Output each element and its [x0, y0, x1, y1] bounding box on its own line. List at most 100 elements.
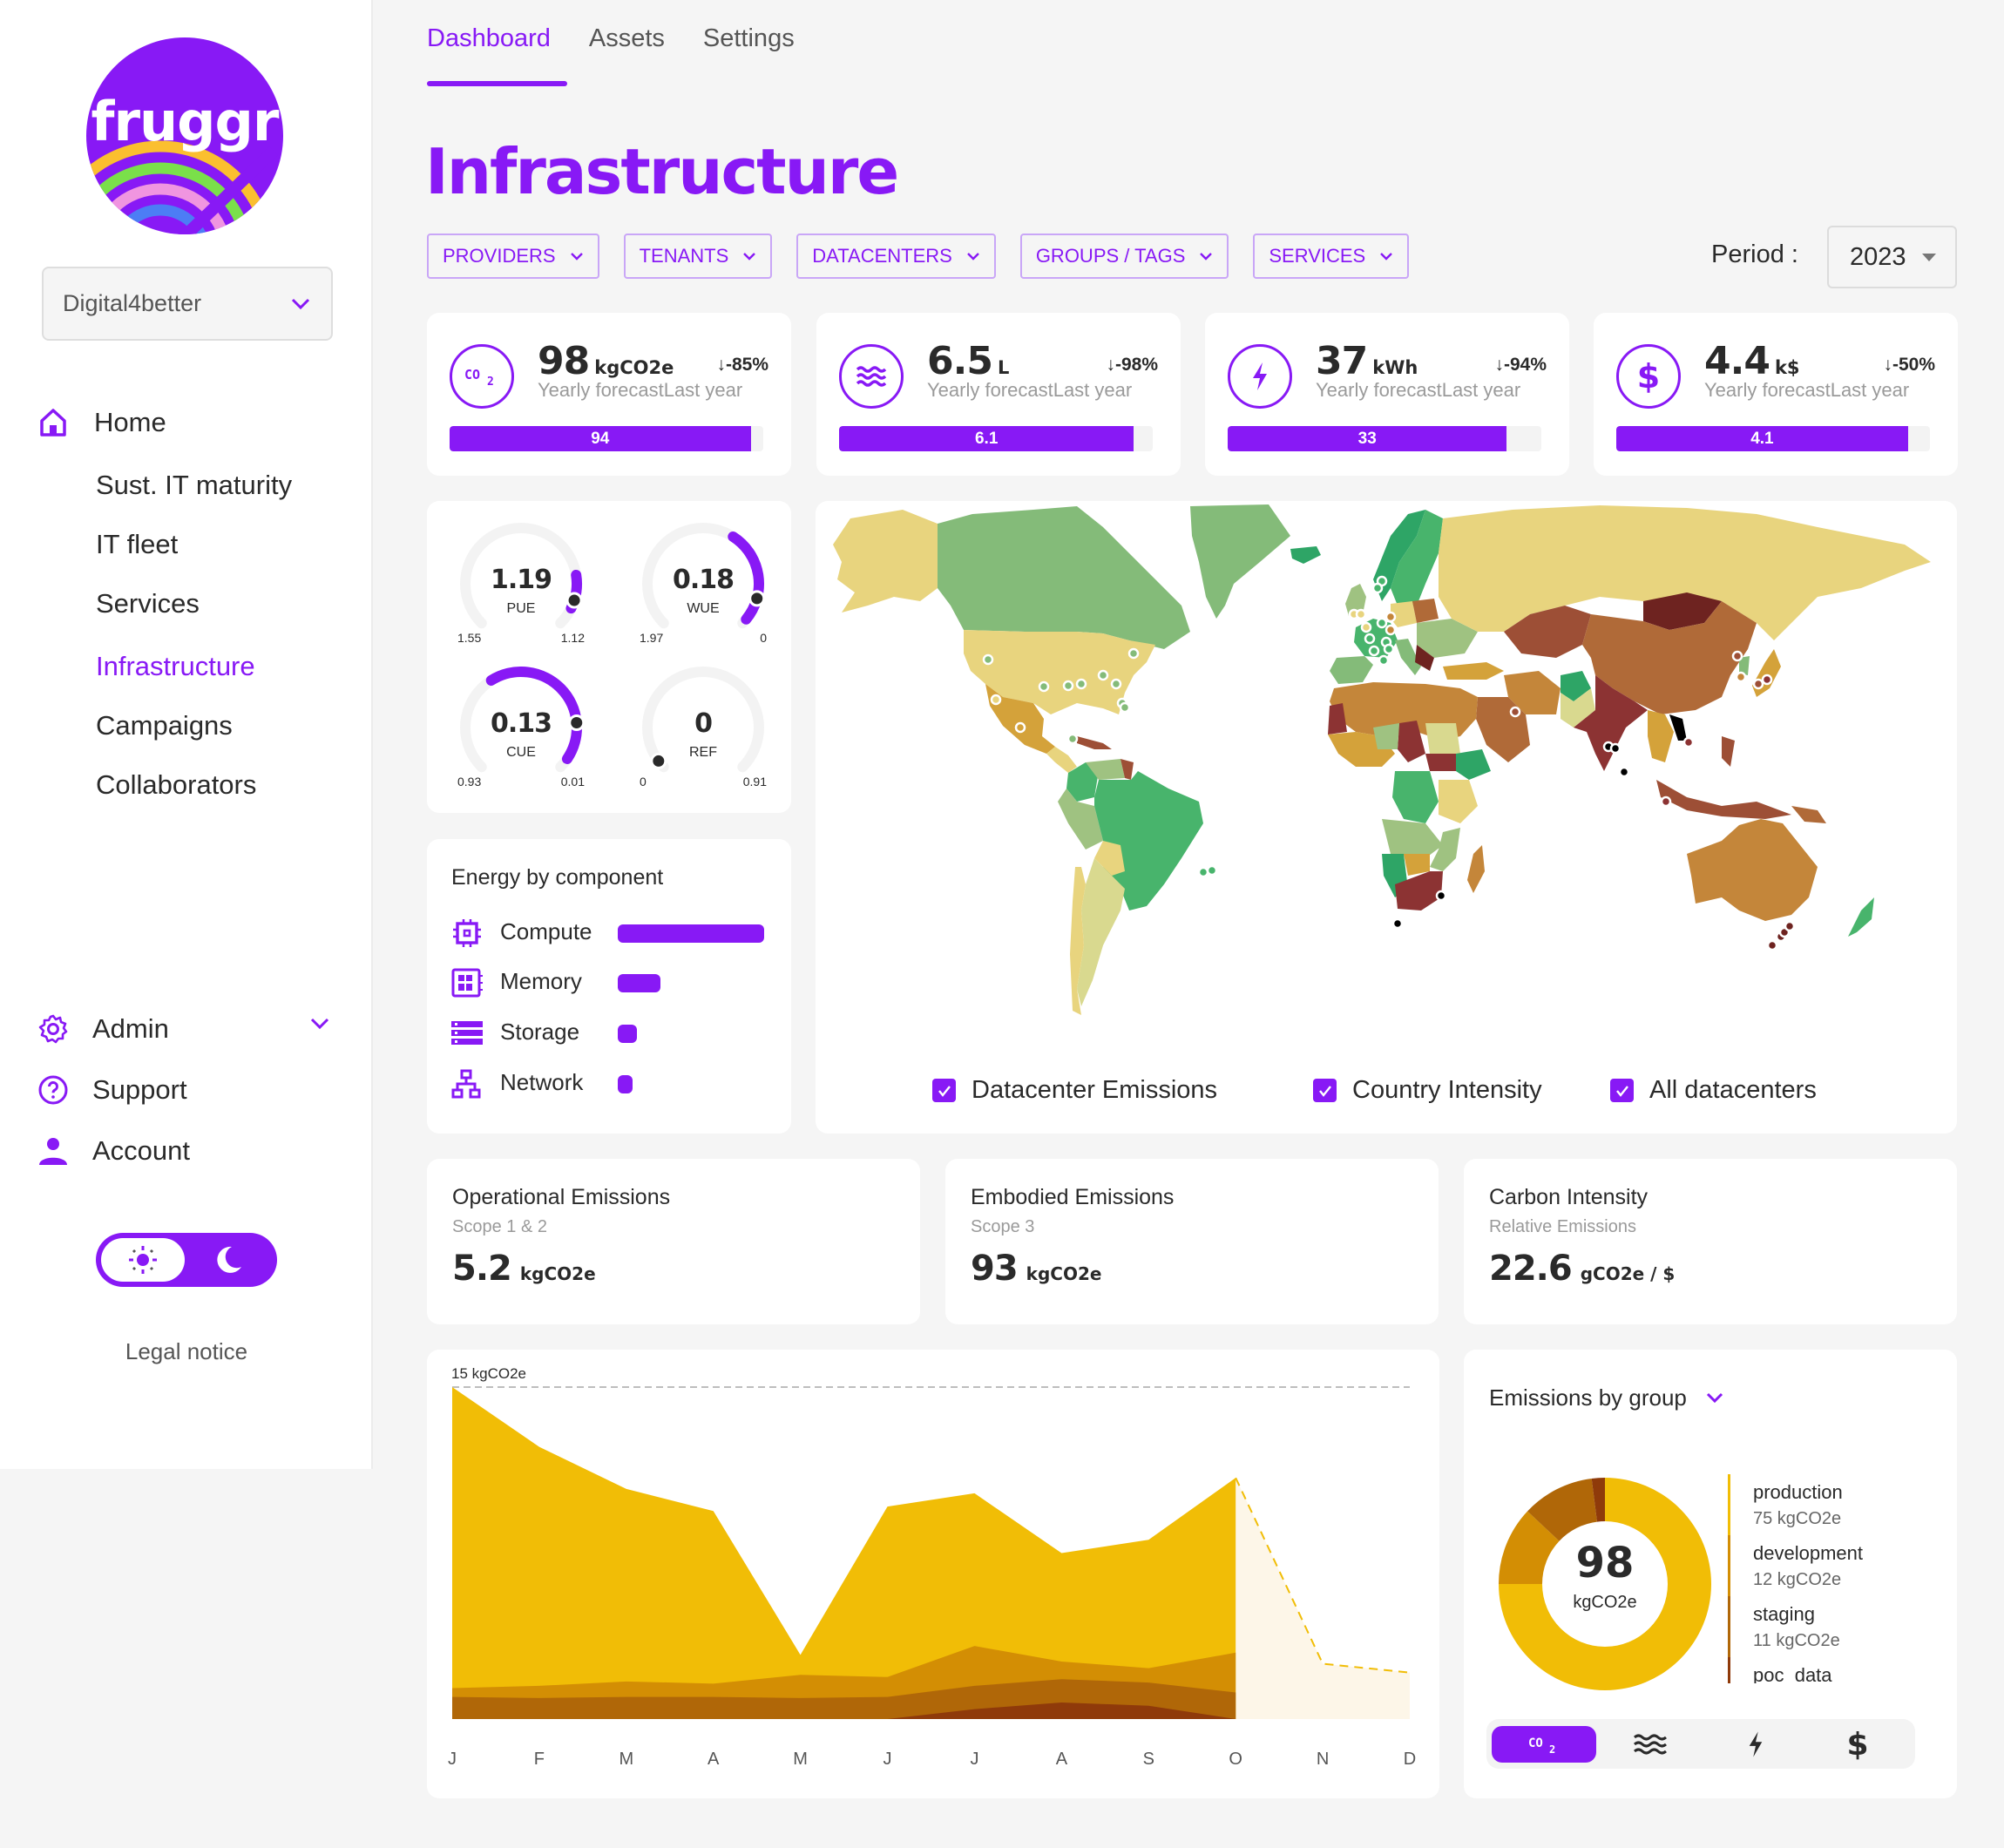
organization-select[interactable]: Digital4better	[42, 267, 333, 341]
nav-item-admin[interactable]: Admin	[0, 998, 373, 1059]
nav-item-it-fleet[interactable]: IT fleet	[0, 515, 373, 574]
country-australia[interactable]	[1687, 819, 1818, 921]
filter-groups-tags[interactable]: GROUPS / TAGS	[1019, 234, 1229, 279]
country-caribbean[interactable]	[1077, 736, 1112, 749]
tab-settings[interactable]: Settings	[703, 24, 795, 53]
country-central-america[interactable]	[1046, 747, 1077, 773]
legal-notice-link[interactable]: Legal notice	[0, 1338, 373, 1365]
datacenter-marker[interactable]	[1066, 733, 1079, 745]
metric-cost-button[interactable]: $	[1805, 1726, 1910, 1763]
datacenter-marker[interactable]	[1509, 706, 1521, 718]
datacenter-marker[interactable]	[1752, 678, 1764, 690]
datacenter-marker[interactable]	[1206, 864, 1218, 877]
country-madagascar[interactable]	[1467, 845, 1485, 893]
tab-assets[interactable]: Assets	[589, 24, 665, 53]
theme-toggle[interactable]	[96, 1233, 277, 1287]
datacenter-marker[interactable]	[1038, 680, 1050, 693]
nav-item-home[interactable]: Home	[0, 396, 373, 449]
checkbox-checked-icon[interactable]	[932, 1079, 956, 1102]
country-papua[interactable]	[1791, 806, 1826, 823]
datacenter-marker[interactable]	[1731, 650, 1743, 662]
toggle-all-datacenters[interactable]: All datacenters	[1610, 1076, 1817, 1105]
toggle-country-intensity[interactable]: Country Intensity	[1313, 1076, 1542, 1105]
datacenter-marker[interactable]	[1364, 633, 1376, 645]
legend-item-staging[interactable]: staging 11 kgCO2e	[1728, 1596, 1928, 1657]
datacenter-marker[interactable]	[1378, 654, 1390, 667]
toggle-datacenter-emissions[interactable]: Datacenter Emissions	[932, 1076, 1217, 1105]
datacenter-marker[interactable]	[1784, 920, 1796, 932]
country-poland[interactable]	[1412, 599, 1439, 623]
country-south-sudan[interactable]	[1425, 754, 1456, 771]
datacenter-marker[interactable]	[990, 694, 1002, 706]
filter-tenants[interactable]: TENANTS	[623, 234, 773, 279]
tab-dashboard[interactable]: Dashboard	[427, 24, 551, 53]
datacenter-marker[interactable]	[1371, 582, 1384, 594]
datacenter-marker[interactable]	[1660, 795, 1672, 808]
legend-item-development[interactable]: development 12 kgCO2e	[1728, 1535, 1928, 1596]
datacenter-marker[interactable]	[1735, 671, 1747, 683]
country-myanmar-thailand[interactable]	[1648, 710, 1674, 762]
filter-datacenters[interactable]: DATACENTERS	[796, 234, 996, 279]
country-usa-alaska[interactable]	[833, 510, 938, 613]
datacenter-marker[interactable]	[982, 653, 994, 666]
nav-item-infrastructure[interactable]: Infrastructure	[0, 637, 373, 696]
country-greenland[interactable]	[1190, 504, 1290, 619]
country-japan[interactable]	[1752, 649, 1781, 697]
metric-water-button[interactable]	[1598, 1726, 1703, 1763]
country-turkey[interactable]	[1443, 662, 1504, 680]
country-ethiopia[interactable]	[1456, 749, 1491, 780]
country-angola-zambia[interactable]	[1382, 819, 1443, 858]
nav-item-account[interactable]: Account	[0, 1120, 373, 1181]
nav-item-sust-it-maturity[interactable]: Sust. IT maturity	[0, 456, 373, 515]
filter-providers[interactable]: PROVIDERS	[427, 234, 599, 279]
datacenter-marker[interactable]	[1110, 678, 1122, 690]
country-niger[interactable]	[1373, 723, 1399, 749]
datacenter-marker[interactable]	[1075, 678, 1087, 690]
datacenter-marker[interactable]	[1435, 890, 1447, 902]
nav-item-campaigns[interactable]: Campaigns	[0, 696, 373, 755]
datacenter-marker[interactable]	[1618, 766, 1630, 778]
datacenter-marker[interactable]	[1014, 721, 1026, 734]
country-botswana[interactable]	[1404, 854, 1430, 876]
datacenter-marker[interactable]	[1097, 669, 1109, 681]
country-sudan[interactable]	[1425, 723, 1460, 754]
datacenter-marker[interactable]	[1682, 736, 1695, 748]
fruggr-logo[interactable]: fruggr	[86, 37, 283, 234]
legend-item-production[interactable]: production 75 kgCO2e	[1728, 1474, 1928, 1535]
datacenter-marker[interactable]	[1062, 680, 1074, 692]
datacenter-marker[interactable]	[1766, 939, 1778, 951]
checkbox-checked-icon[interactable]	[1610, 1079, 1634, 1102]
datacenter-marker[interactable]	[1609, 742, 1621, 755]
datacenter-marker[interactable]	[1385, 611, 1397, 623]
datacenter-marker[interactable]	[1360, 621, 1372, 633]
world-map[interactable]	[816, 501, 1957, 1134]
checkbox-checked-icon[interactable]	[1313, 1079, 1337, 1102]
datacenter-marker[interactable]	[1119, 701, 1131, 714]
nav-item-collaborators[interactable]: Collaborators	[0, 755, 373, 815]
metric-energy-button[interactable]	[1703, 1726, 1808, 1763]
country-canada[interactable]	[938, 506, 1190, 649]
country-east-africa[interactable]	[1439, 780, 1478, 823]
datacenter-marker[interactable]	[1127, 647, 1140, 660]
country-philippines[interactable]	[1722, 736, 1735, 767]
datacenter-marker[interactable]	[1368, 645, 1380, 657]
nav-item-services[interactable]: Services	[0, 574, 373, 633]
country-new-zealand[interactable]	[1848, 897, 1874, 937]
datacenter-marker[interactable]	[1383, 643, 1395, 655]
country-indonesia[interactable]	[1656, 780, 1791, 819]
filter-services[interactable]: SERVICES	[1253, 234, 1410, 279]
country-iceland[interactable]	[1290, 546, 1321, 564]
datacenter-marker[interactable]	[1376, 617, 1388, 629]
datacenter-marker[interactable]	[1355, 608, 1367, 620]
chevron-down-icon[interactable]	[310, 1018, 329, 1030]
datacenter-marker[interactable]	[1391, 917, 1404, 930]
country-drc[interactable]	[1392, 771, 1439, 823]
country-spain[interactable]	[1330, 656, 1373, 684]
group-by-select[interactable]: Emissions by group	[1489, 1384, 1723, 1411]
datacenter-marker[interactable]	[1761, 674, 1773, 686]
metric-co2-button[interactable]: CO 2	[1492, 1726, 1596, 1763]
legend-item-poc-data[interactable]: poc_data	[1728, 1657, 1928, 1683]
nav-item-support[interactable]: Support	[0, 1059, 373, 1120]
period-select[interactable]: 2023	[1827, 226, 1957, 288]
datacenter-marker[interactable]	[1385, 624, 1397, 636]
